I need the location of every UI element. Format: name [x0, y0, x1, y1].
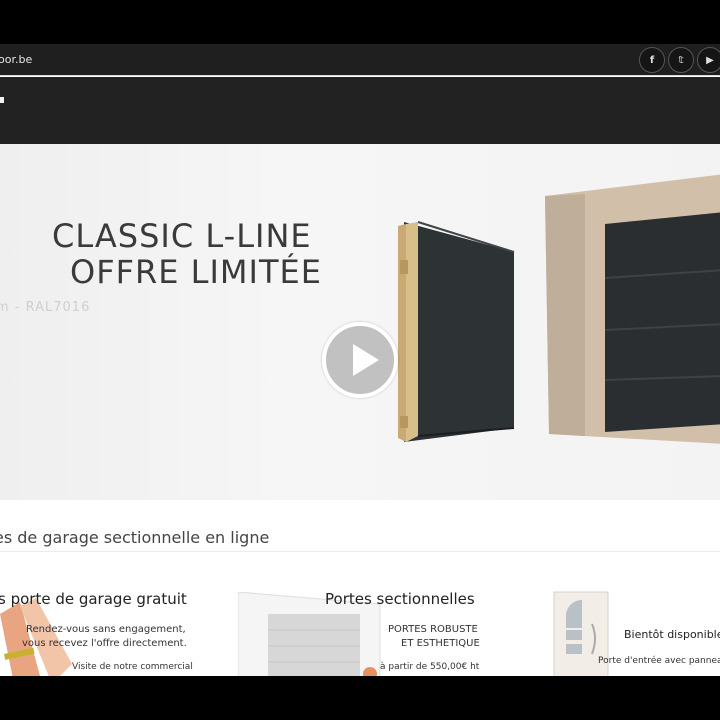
site-domain: oor.be	[0, 53, 33, 66]
garage-door-image	[545, 174, 720, 444]
card-3-title[interactable]: Bientôt disponible	[624, 628, 720, 641]
card-3-note: Porte d'entrée avec panneau	[598, 656, 720, 666]
facebook-icon[interactable]: f	[639, 47, 665, 73]
card-2-note: à partir de 550,00€ ht	[380, 662, 480, 672]
card-1-note: Visite de notre commercial	[72, 662, 193, 672]
card-1-line1: Rendez-vous sans engagement,	[26, 624, 186, 635]
play-video-button[interactable]	[322, 322, 398, 398]
slide-title-line1: CLASSIC L-LINE	[52, 217, 312, 255]
youtube-icon[interactable]: ▶	[697, 47, 720, 73]
section-divider	[0, 551, 720, 552]
logo[interactable]	[0, 97, 4, 103]
site-header	[0, 77, 720, 144]
top-bar: oor.be f 𝕥 ▶	[0, 44, 720, 76]
card-2-line2: ET ESTHETIQUE	[401, 638, 480, 649]
browser-viewport: oor.be f 𝕥 ▶ CLASSIC L-LINE OFFRE LIMITÉ…	[0, 44, 720, 676]
twitter-icon[interactable]: 𝕥	[668, 47, 694, 73]
door-panel-image	[398, 221, 515, 442]
card-2-line1: PORTES ROBUSTE	[388, 624, 478, 635]
hero-slider[interactable]: CLASSIC L-LINE OFFRE LIMITÉE m - RAL7016	[0, 144, 720, 500]
card-1-title[interactable]: s porte de garage gratuit	[0, 590, 187, 608]
card-2-title[interactable]: Portes sectionnelles	[325, 590, 475, 608]
slide-title-line2: OFFRE LIMITÉE	[70, 253, 322, 291]
card-1-line2: vous recevez l'offre directement.	[22, 638, 187, 649]
section-heading: es de garage sectionnelle en ligne	[0, 528, 270, 547]
slide-subtitle: m - RAL7016	[0, 300, 91, 315]
